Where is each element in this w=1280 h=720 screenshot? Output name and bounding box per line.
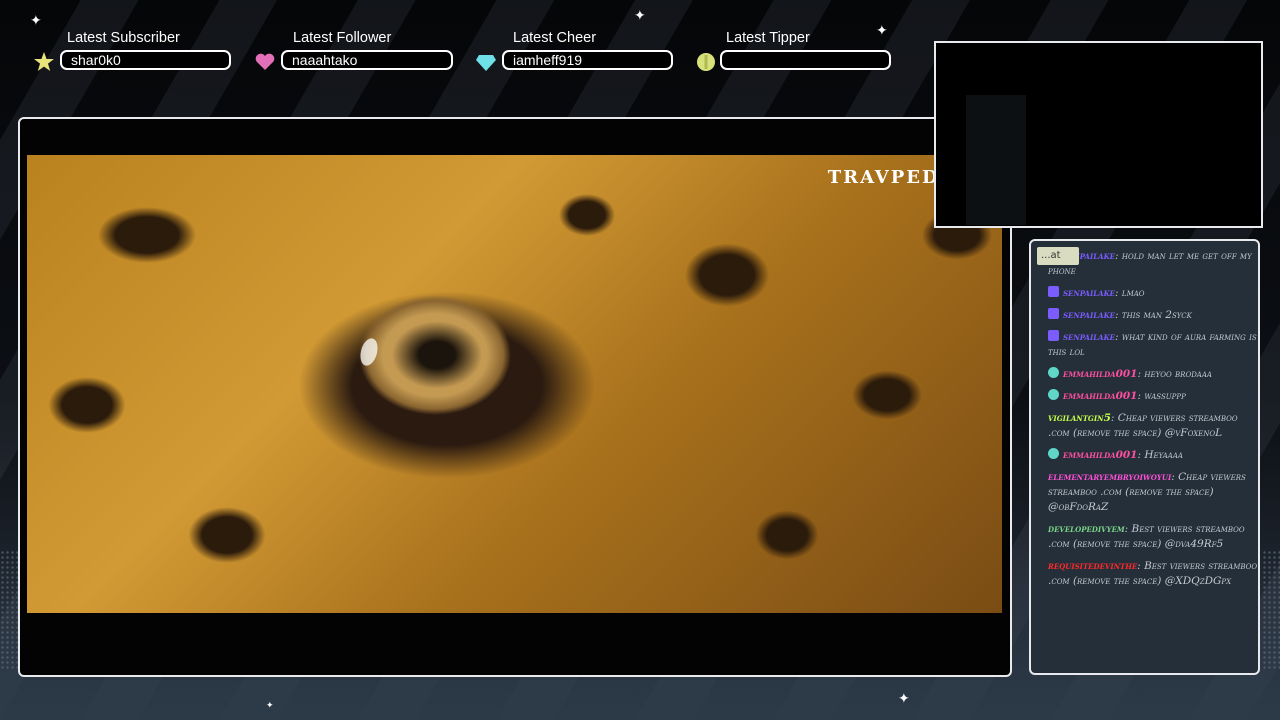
gem-icon xyxy=(1048,448,1059,459)
chat-username[interactable]: emmahilda001 xyxy=(1063,390,1138,402)
twitch-icon xyxy=(1048,286,1059,297)
chat-separator: : xyxy=(1115,250,1122,262)
chat-message: senpailake: lmao xyxy=(1048,286,1258,301)
label-title: Latest Follower xyxy=(293,30,392,46)
chat-separator: : xyxy=(1115,331,1122,343)
chat-username[interactable]: vigilantgin5 xyxy=(1048,412,1111,424)
webcam-frame xyxy=(934,41,1263,228)
latest-follower-value: naaahtako xyxy=(281,50,453,70)
chat-message: emmahilda001: heyoo brodaaa xyxy=(1048,367,1258,382)
video-frame: TRAVPEDIA xyxy=(18,117,1012,677)
chat-separator: : xyxy=(1115,309,1122,321)
chat-message: senpailake: hold man let me get off my p… xyxy=(1048,249,1258,279)
label-title: Latest Tipper xyxy=(726,30,810,46)
chat-username[interactable]: emmahilda001 xyxy=(1063,449,1138,461)
coin-icon xyxy=(697,53,715,71)
sparkle-icon: ✦ xyxy=(876,23,888,39)
chat-username[interactable]: senpailake xyxy=(1063,309,1115,321)
chat-text: lmao xyxy=(1121,287,1145,299)
chat-message: senpailake: this man 2syck xyxy=(1048,308,1258,323)
chat-message: vigilantgin5: Cheap viewers streamboo .c… xyxy=(1048,411,1258,441)
chat-message: senpailake: what kind of aura farming is… xyxy=(1048,330,1258,360)
latest-tipper-value xyxy=(720,50,891,70)
sparkle-icon: ✦ xyxy=(30,13,42,29)
eye-highlight xyxy=(357,336,381,368)
chat-message: elementaryembryoiwoyui: Cheap viewers st… xyxy=(1048,470,1258,515)
gem-icon xyxy=(1048,367,1059,378)
chat-text: wassuppp xyxy=(1144,390,1186,402)
chat-tab[interactable]: ...at xyxy=(1037,247,1079,265)
chat-message: emmahilda001: wassuppp xyxy=(1048,389,1258,404)
chat-panel[interactable]: senpailake: hold man let me get off my p… xyxy=(1029,239,1260,675)
webcam-feed xyxy=(966,95,1026,225)
chat-message-list: senpailake: hold man let me get off my p… xyxy=(1048,249,1258,596)
twitch-icon xyxy=(1048,308,1059,319)
star-icon xyxy=(34,52,54,71)
video-leopard-eye: TRAVPEDIA xyxy=(27,155,1002,613)
sparkle-icon: ✦ xyxy=(266,701,274,711)
chat-username[interactable]: senpailake xyxy=(1063,331,1115,343)
chat-username[interactable]: senpailake xyxy=(1063,287,1115,299)
dot-pattern-right xyxy=(1262,550,1280,670)
chat-separator: : xyxy=(1124,523,1132,535)
heart-icon xyxy=(255,53,275,70)
chat-message: emmahilda001: Heyaaaa xyxy=(1048,448,1258,463)
diamond-icon xyxy=(476,55,496,71)
chat-username[interactable]: emmahilda001 xyxy=(1063,368,1138,380)
label-title: Latest Subscriber xyxy=(67,30,180,46)
chat-message: developedivyem: Best viewers streamboo .… xyxy=(1048,522,1258,552)
sparkle-icon: ✦ xyxy=(634,8,646,24)
chat-username[interactable]: developedivyem xyxy=(1048,523,1125,535)
chat-username[interactable]: requisitedevinthe xyxy=(1048,560,1137,572)
label-title: Latest Cheer xyxy=(513,30,597,46)
latest-cheer-value: iamheff919 xyxy=(502,50,673,70)
chat-separator: : xyxy=(1115,287,1122,299)
gem-icon xyxy=(1048,389,1059,400)
chat-username[interactable]: elementaryembryoiwoyui xyxy=(1048,471,1171,483)
twitch-icon xyxy=(1048,330,1059,341)
latest-subscriber-value: shar0k0 xyxy=(60,50,231,70)
chat-separator: : xyxy=(1110,412,1118,424)
chat-text: this man 2syck xyxy=(1121,309,1192,321)
chat-message: requisitedevinthe: Best viewers streambo… xyxy=(1048,559,1258,589)
chat-text: heyoo brodaaa xyxy=(1144,368,1212,380)
sparkle-icon: ✦ xyxy=(898,691,910,707)
chat-text: Heyaaaa xyxy=(1144,449,1183,461)
